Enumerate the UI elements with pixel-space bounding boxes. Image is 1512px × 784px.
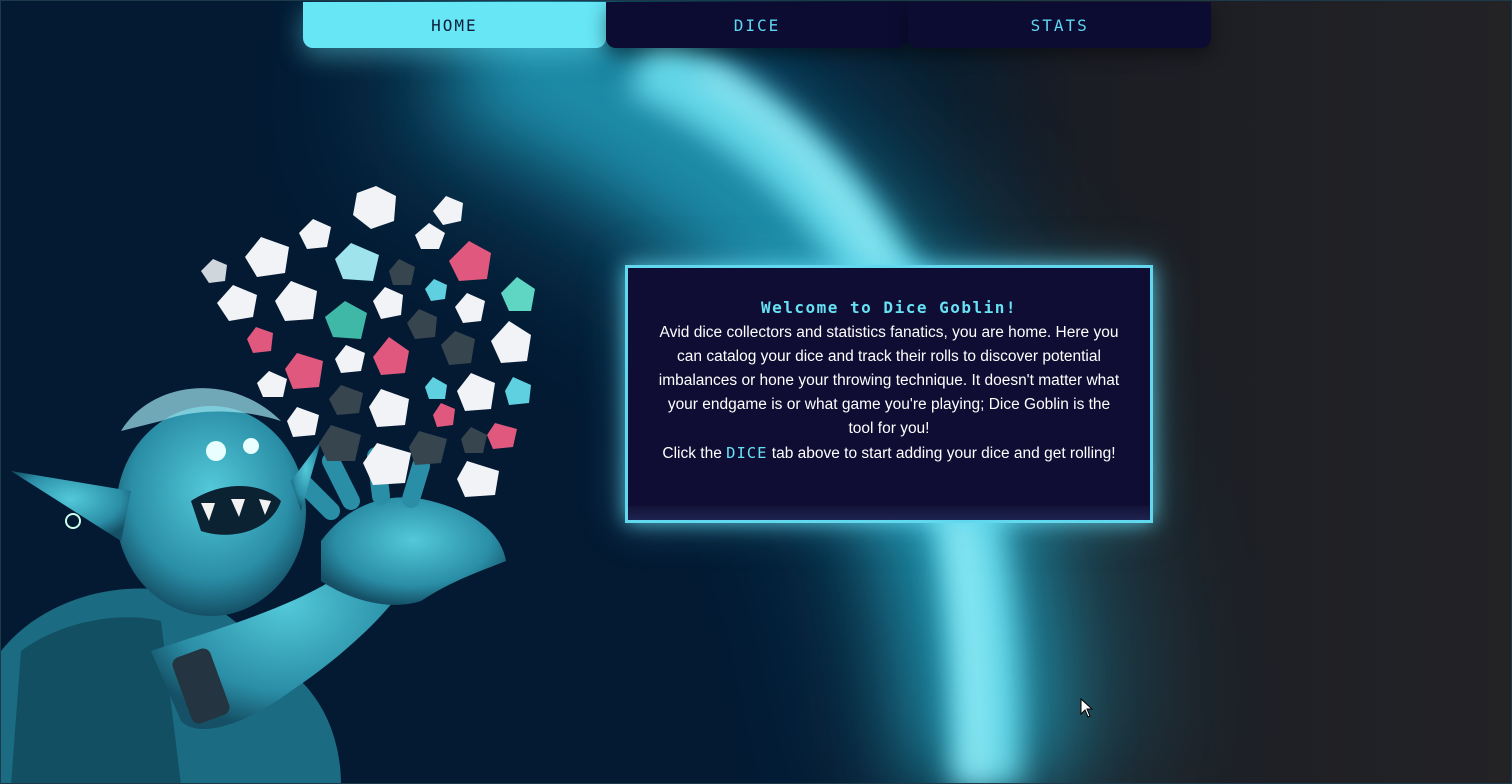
- cta-text-before: Click the: [662, 445, 722, 462]
- main-nav: HOME DICE STATS: [303, 2, 1212, 49]
- dice-tab-link[interactable]: DICE: [726, 444, 767, 462]
- tab-home[interactable]: HOME: [303, 2, 606, 48]
- welcome-title: Welcome to Dice Goblin!: [760, 298, 1018, 317]
- welcome-cta: Click the DICE tab above to start adding…: [658, 441, 1120, 466]
- goblin-illustration: [1, 186, 535, 783]
- welcome-body: Avid dice collectors and statistics fana…: [658, 324, 1120, 437]
- tab-stats[interactable]: STATS: [908, 2, 1212, 48]
- mouse-pointer-icon: [1080, 698, 1094, 718]
- welcome-panel: Welcome to Dice Goblin! Avid dice collec…: [625, 265, 1153, 523]
- cta-text-after: tab above to start adding your dice and …: [771, 445, 1116, 462]
- app-frame: HOME DICE STATS Welcome to Dice Goblin! …: [0, 0, 1512, 784]
- panel-footer-bar: [628, 506, 1150, 520]
- tab-dice[interactable]: DICE: [605, 2, 909, 48]
